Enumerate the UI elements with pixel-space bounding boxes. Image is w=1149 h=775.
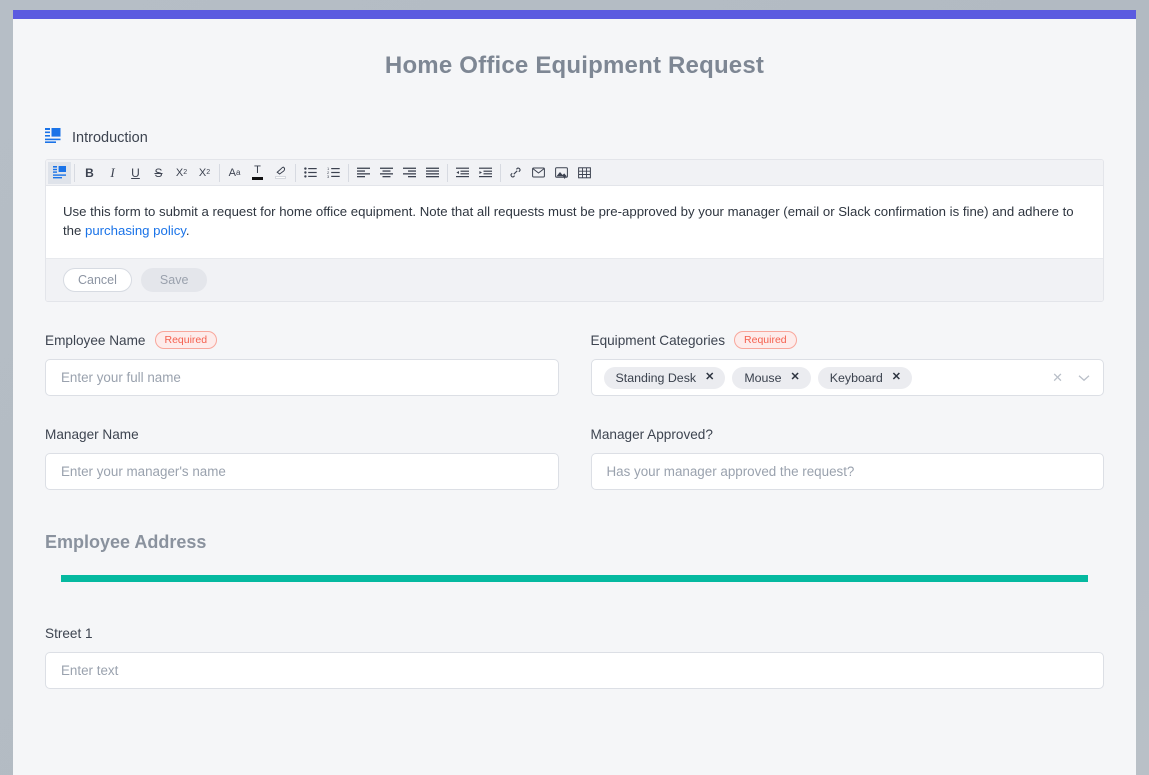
indent-icon[interactable] — [474, 162, 497, 184]
chip-label: Standing Desk — [616, 371, 697, 385]
chip-label: Mouse — [744, 371, 781, 385]
chip-remove-icon[interactable]: ✕ — [705, 372, 714, 383]
align-justify-icon[interactable] — [421, 162, 444, 184]
equipment-categories-field-group: Equipment Categories Required Standing D… — [591, 331, 1105, 396]
manager-approved-input[interactable] — [591, 453, 1105, 490]
equipment-categories-label-line: Equipment Categories Required — [591, 331, 1105, 349]
purchasing-policy-link[interactable]: purchasing policy — [85, 223, 186, 238]
chevron-down-icon[interactable] — [1076, 374, 1095, 382]
page-title: Home Office Equipment Request — [13, 52, 1136, 80]
align-right-icon[interactable] — [398, 162, 421, 184]
selected-chip[interactable]: Standing Desk ✕ — [604, 367, 726, 389]
svg-text:3: 3 — [327, 174, 330, 178]
section-divider — [61, 575, 1088, 582]
required-badge: Required — [734, 331, 797, 349]
street-1-field-group: Street 1 — [45, 624, 1104, 689]
highlight-color-icon[interactable] — [269, 162, 292, 184]
chip-label: Keyboard — [830, 371, 883, 385]
street-1-label-line: Street 1 — [45, 624, 1104, 642]
section-divider-wrap — [45, 575, 1104, 582]
manager-approved-field-group: Manager Approved? — [591, 425, 1105, 490]
selected-chip[interactable]: Keyboard ✕ — [818, 367, 912, 389]
italic-icon[interactable]: I — [101, 162, 124, 184]
toolbar-separator — [295, 164, 296, 182]
rich-text-editor: B I U S X2 X2 Aa T — [45, 159, 1104, 302]
introduction-text-part2: . — [186, 223, 190, 238]
bold-icon[interactable]: B — [78, 162, 101, 184]
numbered-list-icon[interactable]: 1 2 3 — [322, 162, 345, 184]
outdent-icon[interactable] — [451, 162, 474, 184]
toolbar-separator — [219, 164, 220, 182]
strikethrough-icon[interactable]: S — [147, 162, 170, 184]
align-center-icon[interactable] — [375, 162, 398, 184]
manager-name-label-line: Manager Name — [45, 425, 559, 443]
toolbar-separator — [74, 164, 75, 182]
underline-icon[interactable]: U — [124, 162, 147, 184]
insert-image-icon[interactable] — [550, 162, 573, 184]
email-icon[interactable] — [527, 162, 550, 184]
rich-text-article-icon — [45, 128, 62, 148]
form-body: Introduction B — [13, 128, 1136, 689]
subscript-icon[interactable]: X2 — [193, 162, 216, 184]
equipment-categories-label: Equipment Categories — [591, 333, 726, 348]
manager-approved-label: Manager Approved? — [591, 427, 713, 442]
street-1-label: Street 1 — [45, 626, 93, 641]
introduction-body[interactable]: Use this form to submit a request for ho… — [46, 186, 1103, 258]
toolbar-separator — [447, 164, 448, 182]
manager-name-input[interactable] — [45, 453, 559, 490]
chip-remove-icon[interactable]: ✕ — [791, 372, 800, 383]
font-size-icon[interactable]: Aa — [223, 162, 246, 184]
introduction-text-part1: Use this form to submit a request for ho… — [63, 204, 1074, 238]
introduction-label: Introduction — [72, 130, 148, 146]
bulleted-list-icon[interactable] — [299, 162, 322, 184]
manager-name-label: Manager Name — [45, 427, 139, 442]
save-button[interactable]: Save — [141, 268, 208, 292]
insert-element-icon[interactable] — [48, 162, 71, 184]
field-row-2: Manager Name Manager Approved? — [45, 425, 1104, 490]
manager-approved-label-line: Manager Approved? — [591, 425, 1105, 443]
equipment-categories-multiselect[interactable]: Standing Desk ✕ Mouse ✕ Keyboard ✕ ✕ — [591, 359, 1105, 396]
toolbar-separator — [348, 164, 349, 182]
page-background: Home Office Equipment Request Introducti… — [0, 0, 1149, 775]
field-row-1: Employee Name Required Equipment Categor… — [45, 331, 1104, 396]
toolbar-separator — [500, 164, 501, 182]
employee-name-label: Employee Name — [45, 333, 146, 348]
employee-name-field-group: Employee Name Required — [45, 331, 559, 396]
link-icon[interactable] — [504, 162, 527, 184]
rich-text-footer: Cancel Save — [46, 258, 1103, 301]
employee-name-label-line: Employee Name Required — [45, 331, 559, 349]
introduction-header: Introduction — [45, 128, 1104, 148]
rich-text-toolbar: B I U S X2 X2 Aa T — [46, 160, 1103, 186]
required-badge: Required — [155, 331, 218, 349]
superscript-icon[interactable]: X2 — [170, 162, 193, 184]
align-left-icon[interactable] — [352, 162, 375, 184]
cancel-button[interactable]: Cancel — [63, 268, 132, 292]
manager-name-field-group: Manager Name — [45, 425, 559, 490]
selected-chip[interactable]: Mouse ✕ — [732, 367, 810, 389]
chip-remove-icon[interactable]: ✕ — [892, 372, 901, 383]
employee-address-section-title: Employee Address — [45, 532, 1104, 553]
top-accent-bar — [13, 10, 1136, 19]
text-color-icon[interactable]: T — [246, 162, 269, 184]
insert-table-icon[interactable] — [573, 162, 596, 184]
street-1-input[interactable] — [45, 652, 1104, 689]
form-card: Home Office Equipment Request Introducti… — [13, 10, 1136, 775]
employee-name-input[interactable] — [45, 359, 559, 396]
clear-all-icon[interactable]: ✕ — [1046, 370, 1069, 386]
